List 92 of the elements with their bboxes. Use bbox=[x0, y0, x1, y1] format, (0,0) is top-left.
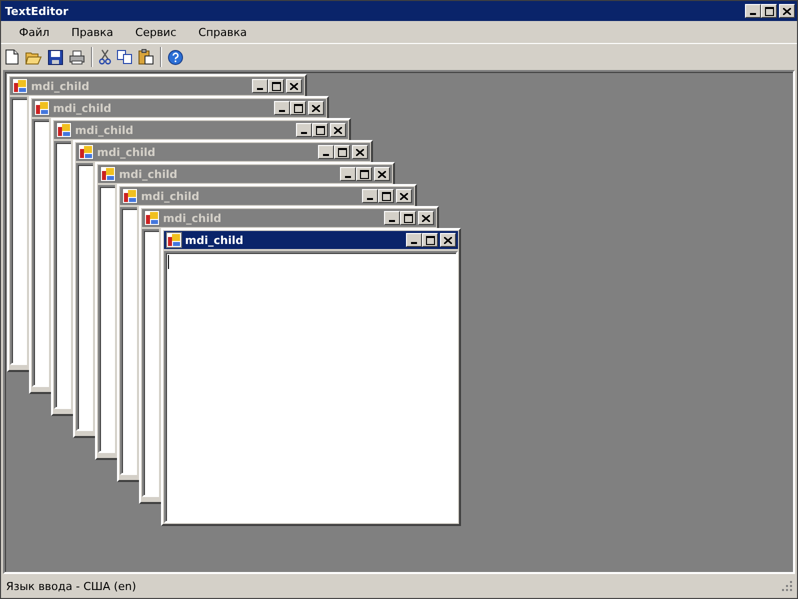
menu-item[interactable]: Файл bbox=[8, 26, 60, 38]
minimize-button[interactable] bbox=[252, 79, 268, 93]
maximize-icon bbox=[764, 6, 774, 16]
child-title-bar[interactable]: mdi_child bbox=[10, 77, 304, 95]
maximize-icon bbox=[382, 192, 390, 200]
close-button[interactable] bbox=[286, 79, 302, 93]
child-window-title: mdi_child bbox=[31, 80, 90, 92]
child-window-title: mdi_child bbox=[97, 146, 156, 158]
child-window-title: mdi_child bbox=[185, 234, 244, 246]
save-icon[interactable] bbox=[48, 50, 63, 64]
close-button[interactable] bbox=[308, 101, 324, 115]
application-icon bbox=[144, 210, 160, 226]
maximize-button[interactable] bbox=[268, 79, 284, 93]
application-icon bbox=[34, 100, 50, 116]
close-icon bbox=[290, 82, 298, 90]
close-icon bbox=[400, 192, 408, 200]
maximize-icon bbox=[404, 214, 412, 222]
minimize-button[interactable] bbox=[296, 123, 312, 137]
minimize-button[interactable] bbox=[340, 167, 356, 181]
minimize-button[interactable] bbox=[362, 189, 378, 203]
maximize-button[interactable] bbox=[400, 211, 416, 225]
window-title: TextEditor bbox=[5, 4, 70, 18]
maximize-button[interactable] bbox=[356, 167, 372, 181]
maximize-button[interactable] bbox=[378, 189, 394, 203]
maximize-icon bbox=[294, 104, 302, 112]
child-window-title: mdi_child bbox=[119, 168, 178, 180]
close-button[interactable] bbox=[352, 145, 368, 159]
maximize-icon bbox=[360, 170, 368, 178]
text-area[interactable] bbox=[120, 207, 137, 475]
maximize-icon bbox=[426, 236, 434, 244]
help-icon[interactable] bbox=[168, 50, 183, 64]
child-window-title: mdi_child bbox=[53, 102, 112, 114]
new-file-icon[interactable] bbox=[5, 49, 19, 65]
child-title-bar[interactable]: mdi_child bbox=[54, 121, 348, 139]
child-title-bar[interactable]: mdi_child bbox=[76, 143, 370, 161]
minimize-button[interactable] bbox=[384, 211, 400, 225]
menu-item[interactable]: Сервис bbox=[124, 26, 188, 38]
text-area[interactable] bbox=[54, 141, 71, 409]
child-title-bar[interactable]: mdi_child bbox=[98, 165, 392, 183]
text-area[interactable] bbox=[142, 229, 159, 497]
text-area[interactable] bbox=[76, 163, 93, 431]
close-button[interactable] bbox=[374, 167, 390, 181]
scissors-icon[interactable] bbox=[99, 49, 111, 65]
maximize-icon bbox=[272, 82, 280, 90]
print-icon[interactable] bbox=[69, 50, 85, 64]
child-title-bar[interactable]: mdi_child bbox=[32, 99, 326, 117]
maximize-icon bbox=[338, 148, 346, 156]
maximize-button[interactable] bbox=[761, 4, 777, 18]
text-area[interactable] bbox=[10, 97, 27, 365]
application-icon bbox=[122, 188, 138, 204]
maximize-button[interactable] bbox=[290, 101, 306, 115]
minimize-button[interactable] bbox=[274, 101, 290, 115]
paste-icon[interactable] bbox=[138, 49, 154, 65]
close-button[interactable] bbox=[396, 189, 412, 203]
maximize-icon bbox=[316, 126, 324, 134]
application-icon bbox=[166, 232, 182, 248]
close-icon bbox=[334, 126, 342, 134]
child-window-title: mdi_child bbox=[163, 212, 222, 224]
close-icon bbox=[422, 214, 430, 222]
close-icon bbox=[378, 170, 386, 178]
menu-item[interactable]: Правка bbox=[60, 26, 124, 38]
resize-grip-icon[interactable] bbox=[782, 580, 793, 592]
close-button[interactable] bbox=[779, 4, 795, 18]
close-icon bbox=[312, 104, 320, 112]
application-icon bbox=[78, 144, 94, 160]
minimize-button[interactable] bbox=[318, 145, 334, 159]
text-cursor bbox=[168, 255, 169, 269]
maximize-button[interactable] bbox=[334, 145, 350, 159]
child-window-title: mdi_child bbox=[141, 190, 200, 202]
text-area[interactable] bbox=[32, 119, 49, 387]
close-button[interactable] bbox=[418, 211, 434, 225]
maximize-button[interactable] bbox=[312, 123, 328, 137]
status-text: Язык ввода - США (en) bbox=[6, 580, 136, 592]
close-icon bbox=[783, 8, 791, 14]
minimize-button[interactable] bbox=[745, 4, 761, 18]
open-folder-icon[interactable] bbox=[25, 50, 42, 64]
child-title-bar[interactable]: mdi_child bbox=[164, 231, 458, 249]
application-icon bbox=[12, 78, 28, 94]
application-icon bbox=[56, 122, 72, 138]
maximize-button[interactable] bbox=[422, 233, 438, 247]
application-icon bbox=[100, 166, 116, 182]
minimize-button[interactable] bbox=[406, 233, 422, 247]
close-icon bbox=[356, 148, 364, 156]
close-button[interactable] bbox=[330, 123, 346, 137]
child-title-bar[interactable]: mdi_child bbox=[142, 209, 436, 227]
child-window-title: mdi_child bbox=[75, 124, 134, 136]
close-button[interactable] bbox=[440, 233, 456, 247]
child-title-bar[interactable]: mdi_child bbox=[120, 187, 414, 205]
close-icon bbox=[444, 236, 452, 244]
copy-icon[interactable] bbox=[117, 50, 132, 64]
text-area[interactable] bbox=[98, 185, 115, 453]
menu-item[interactable]: Справка bbox=[187, 26, 258, 38]
